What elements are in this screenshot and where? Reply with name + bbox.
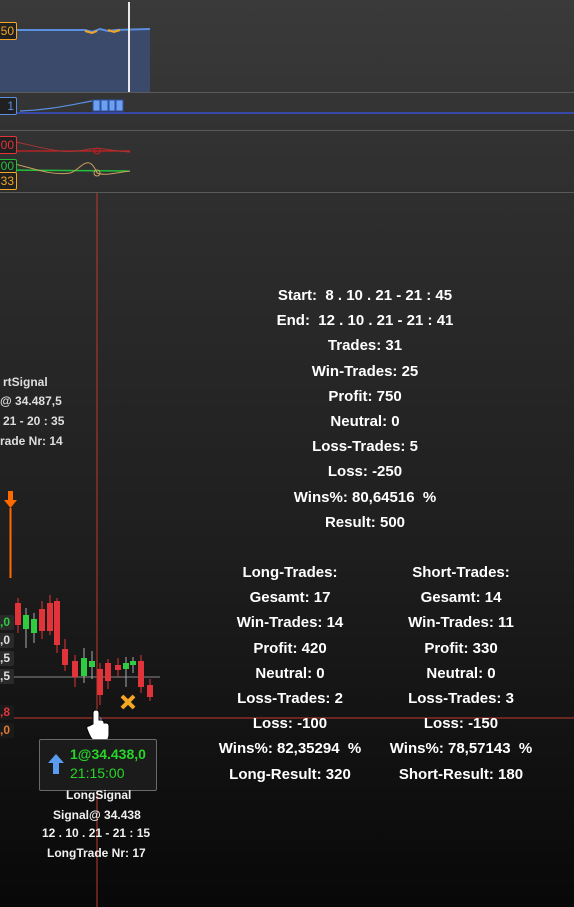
middle-band-line (0, 169, 131, 172)
tooltip-time: 21:15:00 (70, 765, 125, 781)
stat-loss: Loss: -250 (327, 463, 403, 481)
candle-bear (147, 685, 153, 697)
short-signal-marker[interactable] (4, 491, 17, 578)
arrow-down-icon (8, 491, 13, 501)
long-signal-title: LongSignal (66, 788, 132, 802)
long-header: Long-Trades: (242, 564, 338, 581)
candle-bear (97, 669, 103, 695)
short-signal-price: @ 34.487,5 (0, 394, 62, 408)
crosshair-tooltip: 1@34.438,0 21:15:00 (39, 739, 157, 791)
candle-bull (130, 661, 136, 665)
oscillator-line-tan (9, 162, 131, 175)
indicator-pane-2[interactable]: 1 (0, 93, 574, 130)
price-scale-label: ,5 (0, 651, 14, 666)
short-win-trades: Win-Trades: 11 (408, 614, 514, 632)
candle-bear (54, 601, 60, 645)
long-wins-pct: Wins%: 82,35294 % (218, 740, 362, 758)
short-result: Short-Result: 180 (398, 765, 524, 783)
long-win-trades: Win-Trades: 14 (236, 614, 344, 632)
long-trades-stats: Long-Trades: Gesamt: 17 Win-Trades: 14 P… (205, 560, 375, 787)
axis-value-pane1: 50 (0, 22, 17, 40)
candle-bear (15, 603, 21, 625)
arrow-down-icon-head (4, 500, 17, 508)
indicator-pane-3[interactable]: 00 00 33 (0, 131, 574, 192)
signal-bar (108, 99, 116, 112)
indicator-area-fill (0, 30, 150, 92)
candle-bull (123, 663, 129, 669)
oscillator-line-red (9, 140, 131, 153)
arrow-up-icon (48, 754, 64, 774)
long-gesamt: Gesamt: 17 (249, 589, 331, 607)
long-signal-trade-nr: LongTrade Nr: 17 (47, 846, 146, 860)
short-profit: Profit: 330 (424, 639, 498, 657)
candle-bull (81, 658, 87, 676)
price-scale-label: ,8 (0, 705, 14, 720)
long-result: Long-Result: 320 (229, 765, 351, 783)
long-signal-time: 12 . 10 . 21 - 21 : 15 (42, 826, 151, 840)
short-neutral: Neutral: 0 (426, 664, 496, 682)
long-neutral: Neutral: 0 (255, 664, 325, 682)
indicator-pane-1[interactable]: 50 (0, 0, 574, 92)
signal-bar (92, 99, 101, 112)
short-header: Short-Trades: (412, 564, 510, 581)
price-scale-label: ,0 (0, 633, 14, 648)
candle-bull (23, 615, 29, 629)
candlesticks (15, 595, 153, 705)
stat-win-trades: Win-Trades: 25 (311, 362, 419, 380)
tooltip-price: 1@34.438,0 (70, 746, 146, 762)
price-scale-label: ,5 (0, 669, 14, 684)
short-signal-time: 21 - 20 : 35 (3, 414, 65, 428)
candle-bear (138, 661, 144, 687)
short-loss-trades: Loss-Trades: 3 (408, 689, 514, 707)
summary-stats: Start: 8 . 10 . 21 - 21 : 45 End: 12 . 1… (240, 283, 490, 535)
x-marker-icon[interactable] (120, 694, 136, 710)
short-trades-stats: Short-Trades: Gesamt: 14 Win-Trades: 11 … (376, 560, 546, 787)
stat-loss-trades: Loss-Trades: 5 (312, 438, 418, 456)
long-loss-trades: Loss-Trades: 2 (237, 689, 343, 707)
stat-result: Result: 500 (324, 513, 406, 531)
stat-profit: Profit: 750 (328, 387, 402, 405)
stat-wins-pct: Wins%: 80,64516 % (293, 488, 437, 506)
stat-trades: Trades: 31 (327, 337, 403, 355)
candle-bear (72, 661, 78, 677)
stat-neutral: Neutral: 0 (330, 412, 400, 430)
signal-curve (19, 100, 93, 112)
axis-value-pane2: 1 (0, 97, 17, 115)
signal-bar (100, 99, 109, 112)
long-loss: Loss: -100 (252, 715, 328, 733)
candle-bull (31, 619, 37, 633)
indicator-pane-3-plot (0, 140, 131, 177)
axis-value-pane3-top: 00 (0, 136, 17, 154)
indicator-pane-2-plot (0, 99, 574, 114)
short-signal-trade-nr: rade Nr: 14 (0, 434, 63, 448)
short-loss: Loss: -150 (423, 715, 499, 733)
short-signal-title: rtSignal (3, 375, 48, 389)
axis-value-pane3-mid: 00 (0, 159, 17, 173)
stat-start: Start: 8 . 10 . 21 - 21 : 45 (277, 287, 453, 304)
indicator-pane-1-plot (0, 2, 151, 92)
price-scale-label: ,0 (0, 723, 14, 738)
short-wins-pct: Wins%: 78,57143 % (389, 740, 533, 758)
candle-bear (105, 663, 111, 681)
candle-bear (39, 609, 45, 631)
candle-bear (47, 603, 53, 631)
signal-bar (115, 99, 124, 112)
long-signal-price: Signal@ 34.438 (53, 808, 141, 822)
candle-bull (89, 661, 95, 667)
price-scale-label: ,0 (0, 615, 14, 630)
candle-bear (62, 649, 68, 665)
axis-value-pane3-bot: 33 (0, 172, 17, 190)
candle-bear (115, 665, 121, 670)
stat-end: End: 12 . 10 . 21 - 21 : 41 (276, 312, 454, 330)
long-profit: Profit: 420 (253, 639, 327, 657)
short-gesamt: Gesamt: 14 (420, 589, 502, 607)
